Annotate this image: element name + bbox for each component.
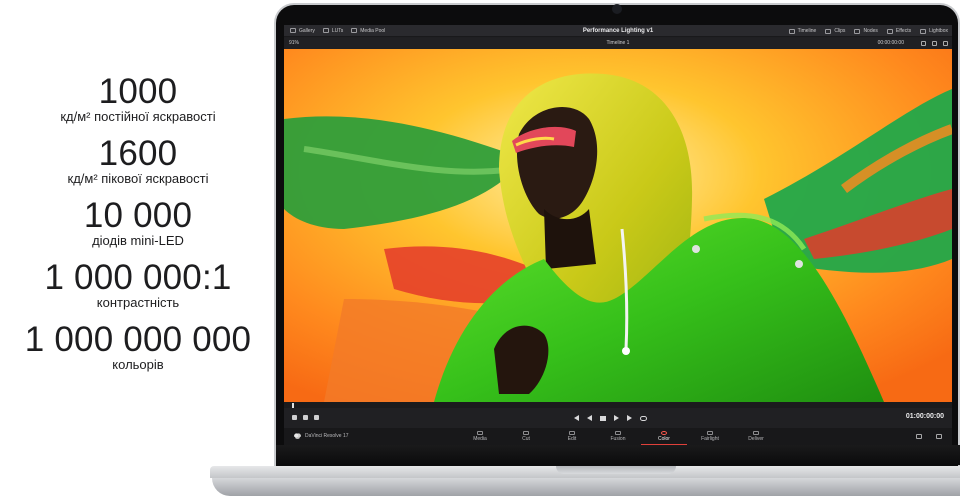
laptop-chin [276,445,960,465]
effects-icon [886,28,893,34]
loop-button[interactable] [640,415,647,421]
cut-page-icon [523,431,529,435]
brand-label: DaVinci Resolve 17 [305,433,349,439]
page-navigation-bar: DaVinci Resolve 17 Media Cut Edit Fusion… [284,428,952,445]
gallery-icon [290,28,296,33]
spec-caption: діодів mini-LED [92,233,184,248]
play-reverse-button[interactable] [587,415,592,421]
color-page-icon [661,430,667,435]
spec-caption: кольорів [112,357,164,372]
nodes-icon [854,28,861,34]
app-brand: DaVinci Resolve 17 [294,433,349,439]
tab-deliver[interactable]: Deliver [733,428,779,445]
spec-value: 1 000 000:1 [44,258,232,297]
clips-icon [825,28,832,34]
luts-icon [322,28,329,33]
settings-gear-icon[interactable] [936,434,942,439]
laptop-screen: Gallery LUTs Media Pool Performance Ligh… [284,25,952,445]
display-specs: 1000 кд/м² постійної яскравості 1600 кд/… [0,74,276,384]
home-icon[interactable] [916,434,922,439]
luts-button[interactable]: LUTs [322,28,343,34]
frame-image [284,49,952,402]
skip-to-start-button[interactable] [574,415,579,421]
transport-controls: 01:00:00:00 [284,408,952,428]
viewer-header: 91% Timeline 1 00:00:00:00 [284,38,952,48]
color-picker-icon[interactable] [921,40,926,46]
tab-edit[interactable]: Edit [549,428,595,445]
tab-fusion[interactable]: Fusion [595,428,641,445]
play-button[interactable] [614,415,619,421]
tab-media[interactable]: Media [457,428,503,445]
camera-notch [612,4,622,14]
picker-tool-icon[interactable] [292,415,297,420]
spec-brightness-sustained: 1000 кд/м² постійної яскравості [0,74,276,124]
highlight-tool-icon[interactable] [303,415,308,420]
stop-button[interactable] [600,415,606,421]
spec-contrast: 1 000 000:1 контрастність [0,260,276,310]
stage: 1000 кд/м² постійної яскравості 1600 кд/… [0,0,960,500]
laptop-base [210,466,960,496]
spec-caption: кд/м² постійної яскравості [60,109,216,124]
media-pool-button[interactable]: Media Pool [351,28,385,34]
media-pool-icon [351,28,358,33]
fusion-page-icon [615,431,621,435]
timeline-icon [788,28,795,34]
viewer-timecode: 00:00:00:00 [877,40,904,46]
spec-value: 1 000 000 000 [24,320,252,359]
spec-value: 10 000 [83,196,193,235]
spec-value: 1600 [98,134,178,173]
media-page-icon [477,431,483,435]
spec-mini-led: 10 000 діодів mini-LED [0,198,276,248]
gallery-button[interactable]: Gallery [290,28,315,34]
deliver-page-icon [753,431,759,435]
spec-caption: кд/м² пікової яскравості [67,171,209,186]
spec-caption: контрастність [96,295,180,310]
base-opening-notch [556,466,676,474]
nodes-button[interactable]: Nodes [854,28,878,34]
timeline-select[interactable]: Timeline 1 [284,40,952,46]
tab-fairlight[interactable]: Fairlight [687,428,733,445]
lightbox-button[interactable]: Lightbox [920,28,948,34]
effects-button[interactable]: Effects [886,28,911,34]
davinci-logo-icon [294,433,301,439]
timeline-button[interactable]: Timeline [788,28,816,34]
audio-icon[interactable] [314,415,319,420]
tab-color[interactable]: Color [641,428,687,445]
lightbox-icon [920,28,927,34]
playback-timecode: 01:00:00:00 [905,413,944,420]
fullscreen-icon[interactable] [932,40,937,46]
spec-value: 1000 [98,72,178,111]
clips-button[interactable]: Clips [825,28,845,34]
tab-cut[interactable]: Cut [503,428,549,445]
video-viewer[interactable] [284,49,952,402]
spec-brightness-peak: 1600 кд/м² пікової яскравості [0,136,276,186]
spec-colors: 1 000 000 000 кольорів [0,322,276,372]
fairlight-page-icon [707,431,713,435]
app-top-bar: Gallery LUTs Media Pool Performance Ligh… [284,25,952,37]
edit-page-icon [569,431,575,435]
more-options-icon[interactable] [943,40,948,46]
skip-to-end-button[interactable] [627,415,632,421]
